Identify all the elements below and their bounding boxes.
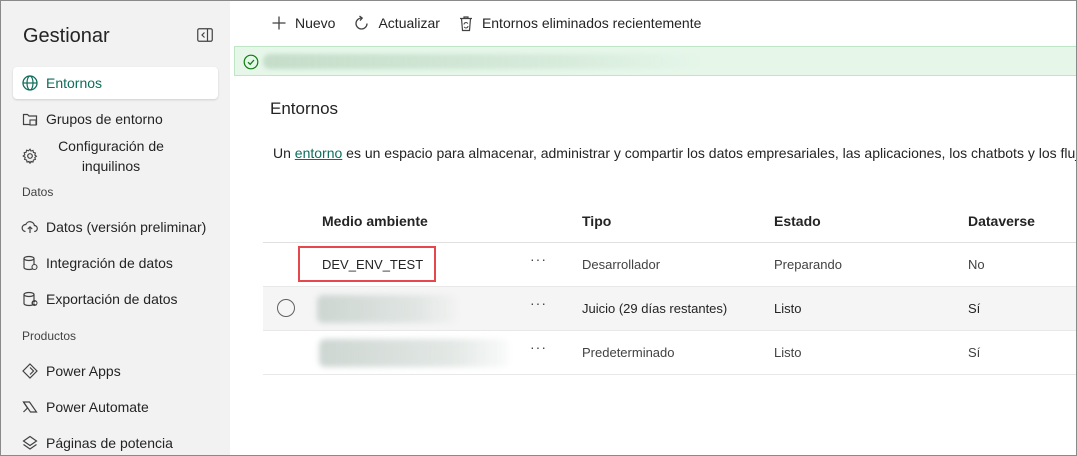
column-header-medio-ambiente[interactable]: Medio ambiente (322, 213, 428, 229)
recently-deleted-label: Entornos eliminados recientemente (481, 15, 702, 31)
sidebar-item-label: Power Apps (46, 363, 121, 379)
sidebar-item-label: Datos (versión preliminar) (46, 219, 207, 235)
database-export-icon (21, 290, 39, 308)
sidebar-item-configuracion-inquilinos[interactable]: Configuración de inquilinos (13, 137, 218, 175)
environment-state: Listo (774, 345, 802, 360)
sidebar-item-integracion-datos[interactable]: Integración de datos (13, 247, 218, 279)
environment-dataverse: No (968, 257, 985, 272)
recycle-bin-icon (459, 15, 472, 31)
sidebar-item-label: Configuración de inquilinos (58, 138, 164, 174)
table-row[interactable]: ··· Juicio (29 días restantes) Listo Sí (263, 287, 1076, 331)
power-apps-icon (21, 362, 39, 380)
plus-icon (272, 16, 286, 30)
redacted-environment-name (317, 295, 457, 323)
column-header-estado[interactable]: Estado (774, 213, 821, 229)
sidebar-item-power-apps[interactable]: Power Apps (13, 355, 218, 387)
table-header: Medio ambiente Tipo Estado Dataverse (263, 184, 1076, 243)
redacted-environment-name (319, 339, 509, 367)
table-row[interactable]: DEV_ENV_TEST ··· Desarrollador Preparand… (263, 243, 1076, 287)
page-title: Entornos (270, 99, 339, 118)
section-label-productos: Productos (22, 329, 77, 343)
sidebar-item-label: Páginas de potencia (46, 435, 173, 451)
row-select-radio[interactable] (277, 299, 295, 317)
sidebar-item-paginas-potencia[interactable]: Páginas de potencia (13, 427, 218, 455)
environment-type: Desarrollador (582, 257, 661, 272)
power-pages-icon (21, 434, 39, 452)
new-label: Nuevo (295, 15, 336, 31)
page-description: Un entorno es un espacio para almacenar,… (273, 145, 1077, 161)
more-options-button[interactable]: ··· (530, 339, 547, 355)
database-icon (21, 254, 39, 272)
command-bar: Nuevo Actualizar Entornos eliminados rec… (230, 1, 1076, 45)
recently-deleted-button[interactable]: Entornos eliminados recientemente (458, 15, 701, 32)
environment-state: Preparando (774, 257, 842, 272)
environment-name[interactable]: DEV_ENV_TEST (322, 257, 423, 272)
refresh-icon (355, 14, 369, 30)
environment-type: Predeterminado (582, 345, 675, 360)
description-prefix: Un (273, 145, 295, 161)
power-automate-icon (21, 398, 39, 416)
more-options-button[interactable]: ··· (530, 251, 547, 267)
sidebar-item-label: Entornos (46, 75, 103, 91)
sidebar-item-power-automate[interactable]: Power Automate (13, 391, 218, 423)
sidebar-item-label: Power Automate (46, 399, 149, 415)
sidebar: Gestionar Entornos Grupos de entorno Con… (1, 1, 230, 455)
environment-dataverse: Sí (968, 345, 981, 360)
success-check-icon (243, 54, 259, 70)
sidebar-item-datos-preliminar[interactable]: Datos (versión preliminar) (13, 211, 218, 243)
environment-type: Juicio (29 días restantes) (582, 301, 728, 316)
folder-group-icon (21, 110, 39, 128)
refresh-label: Actualizar (378, 15, 440, 31)
sidebar-item-exportacion-datos[interactable]: Exportación de datos (13, 283, 218, 315)
sidebar-item-label: Exportación de datos (46, 291, 178, 307)
entorno-link[interactable]: entorno (295, 145, 342, 161)
refresh-button[interactable]: Actualizar (353, 14, 440, 32)
collapse-sidebar-icon[interactable] (197, 28, 213, 42)
table-row[interactable]: ··· Predeterminado Listo Sí (263, 331, 1076, 375)
sidebar-item-grupos-de-entorno[interactable]: Grupos de entorno (13, 103, 218, 135)
sidebar-item-label: Grupos de entorno (46, 111, 163, 127)
globe-icon (21, 74, 39, 92)
sidebar-title: Gestionar (23, 25, 110, 47)
section-label-datos: Datos (22, 185, 54, 199)
gear-icon (21, 147, 39, 165)
description-text: es un espacio para almacenar, administra… (342, 145, 1077, 161)
success-banner (234, 46, 1076, 76)
app-window: Gestionar Entornos Grupos de entorno Con… (0, 0, 1077, 456)
sidebar-item-label: Integración de datos (46, 255, 173, 271)
environment-dataverse: Sí (968, 301, 981, 316)
column-header-dataverse[interactable]: Dataverse (968, 213, 1035, 229)
redacted-banner-text (263, 54, 703, 69)
new-button[interactable]: Nuevo (271, 15, 335, 31)
environment-state: Listo (774, 301, 802, 316)
more-options-button[interactable]: ··· (530, 295, 547, 311)
cloud-upload-icon (21, 218, 39, 236)
environments-table: Medio ambiente Tipo Estado Dataverse DEV… (263, 184, 1076, 375)
column-header-tipo[interactable]: Tipo (582, 213, 611, 229)
sidebar-item-entornos[interactable]: Entornos (13, 67, 218, 99)
